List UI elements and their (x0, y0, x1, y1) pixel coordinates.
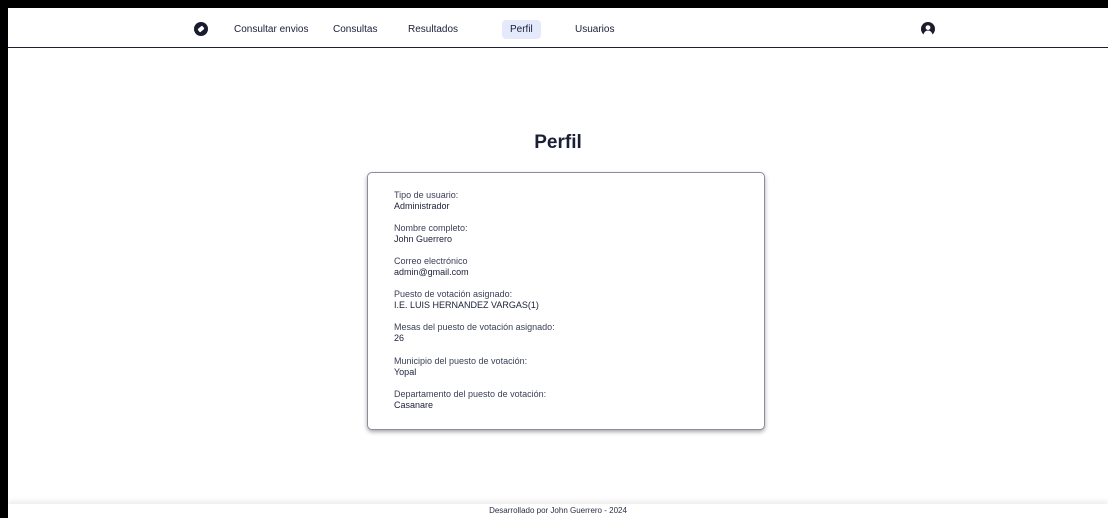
field-value: 26 (394, 333, 405, 343)
field-label: Mesas del puesto de votación asignado: (394, 322, 555, 332)
field-value: Casanare (394, 400, 434, 410)
field-label: Puesto de votación asignado: (394, 289, 513, 299)
field-value: I.E. LUIS HERNANDEZ VARGAS(1) (394, 300, 539, 310)
field-value: John Guerrero (394, 234, 453, 244)
profile-card: Tipo de usuario: Administrador Nombre co… (367, 172, 765, 430)
user-avatar-icon[interactable] (921, 22, 935, 36)
field-tipo-usuario: Tipo de usuario: Administrador (394, 190, 458, 212)
nav-item-perfil[interactable]: Perfil (502, 20, 541, 39)
field-puesto-votacion: Puesto de votación asignado: I.E. LUIS H… (394, 289, 539, 311)
nav-item-consultas[interactable]: Consultas (325, 20, 385, 39)
field-municipio: Municipio del puesto de votación: Yopal (394, 356, 527, 378)
compass-logo-icon[interactable] (194, 22, 208, 36)
field-label: Departamento del puesto de votación: (394, 389, 547, 399)
field-value: admin@gmail.com (394, 267, 469, 277)
field-correo: Correo electrónico admin@gmail.com (394, 256, 469, 278)
field-mesas: Mesas del puesto de votación asignado: 2… (394, 322, 555, 344)
field-value: Administrador (394, 201, 450, 211)
app-frame: Consultar envios Consultas Resultados Pe… (8, 8, 1108, 518)
field-label: Nombre completo: (394, 223, 468, 233)
footer-credit: Desarrollado por John Guerrero - 2024 (8, 504, 1108, 518)
page-title: Perfil (534, 132, 582, 153)
nav-item-resultados[interactable]: Resultados (400, 20, 466, 39)
field-departamento: Departamento del puesto de votación: Cas… (394, 389, 546, 411)
field-label: Municipio del puesto de votación: (394, 356, 528, 366)
nav-item-consultar-envios[interactable]: Consultar envios (226, 20, 316, 39)
nav-item-usuarios[interactable]: Usuarios (567, 20, 622, 39)
field-label: Tipo de usuario: (394, 190, 459, 200)
field-value: Yopal (394, 367, 417, 377)
field-label: Correo electrónico (394, 256, 468, 266)
top-navbar: Consultar envios Consultas Resultados Pe… (8, 8, 1108, 48)
field-nombre-completo: Nombre completo: John Guerrero (394, 223, 468, 245)
